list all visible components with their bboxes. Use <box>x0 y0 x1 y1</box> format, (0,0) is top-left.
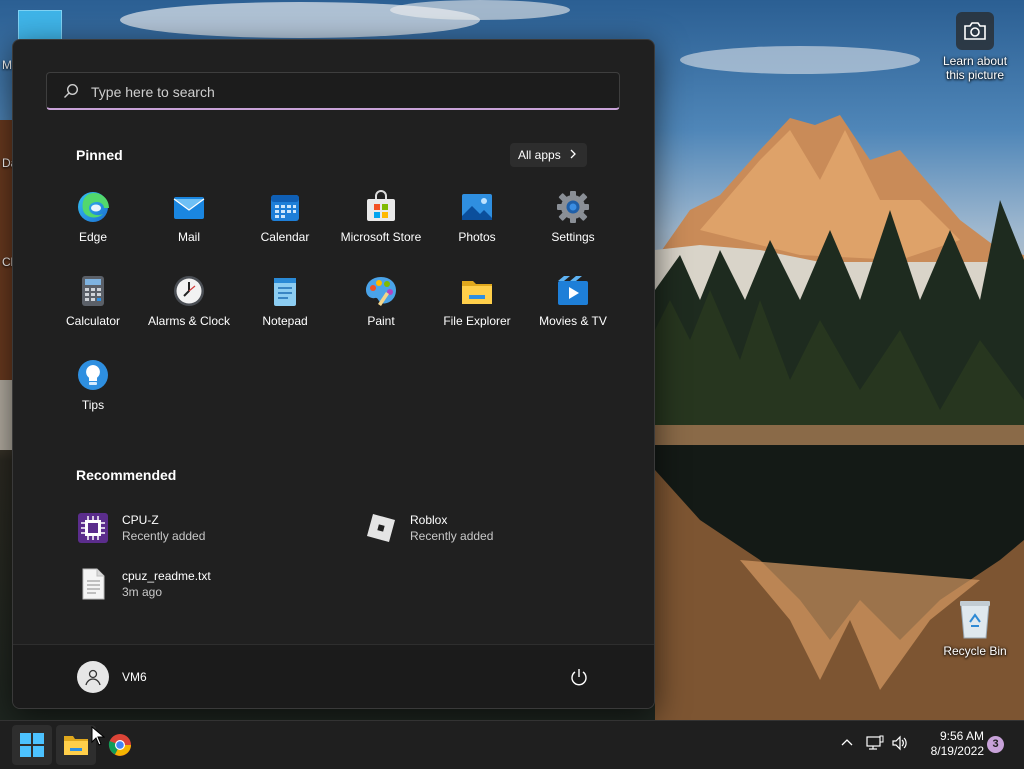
taskbar: 9:56 AM 8/19/2022 3 <box>0 720 1024 769</box>
start-menu: Pinned All apps Edge Mail Calendar <box>12 39 655 709</box>
windows-logo-icon <box>20 733 44 757</box>
app-label: Settings <box>551 230 595 244</box>
pinned-app-paint[interactable]: Paint <box>333 274 429 334</box>
taskbar-clock[interactable]: 9:56 AM 8/19/2022 <box>914 729 984 759</box>
cpuz-icon <box>78 513 108 543</box>
all-apps-button[interactable]: All apps <box>510 143 587 167</box>
user-account-button[interactable]: VM6 <box>77 661 147 693</box>
search-input[interactable] <box>89 79 593 105</box>
recommended-title: Recommended <box>76 467 177 483</box>
photos-icon <box>462 194 492 220</box>
app-label: Notepad <box>262 314 308 328</box>
mail-icon <box>173 197 205 219</box>
pinned-app-photos[interactable]: Photos <box>429 190 525 250</box>
pinned-app-store[interactable]: Microsoft Store <box>333 190 429 250</box>
recommended-item-detail: Recently added <box>410 529 494 543</box>
search-icon <box>63 83 79 104</box>
app-label: Paint <box>367 314 395 328</box>
all-apps-label: All apps <box>518 148 561 162</box>
power-button[interactable] <box>569 667 589 692</box>
app-label: Calendar <box>260 230 310 244</box>
power-icon <box>571 669 587 686</box>
recycle-bin-icon[interactable]: Recycle Bin <box>935 598 1015 658</box>
tips-icon <box>78 360 108 390</box>
app-label: Tips <box>81 398 105 412</box>
start-menu-footer: VM6 <box>13 644 654 708</box>
network-icon[interactable] <box>866 735 884 756</box>
movies-icon <box>558 276 588 305</box>
edge-icon <box>78 192 109 222</box>
pinned-app-calculator[interactable]: Calculator <box>45 274 141 334</box>
chevron-up-icon[interactable] <box>840 735 854 754</box>
calendar-icon <box>271 195 299 221</box>
notification-badge[interactable]: 3 <box>987 736 1004 753</box>
app-label: Alarms & Clock <box>147 314 230 328</box>
roblox-icon <box>367 514 395 542</box>
recommended-item-cpuz[interactable]: CPU-Z Recently added <box>77 510 277 546</box>
app-label: Calculator <box>65 314 121 328</box>
pinned-app-file-explorer[interactable]: File Explorer <box>429 274 525 334</box>
pinned-app-tips[interactable]: Tips <box>45 358 141 418</box>
recommended-item-detail: 3m ago <box>122 585 163 599</box>
paint-icon <box>366 277 396 306</box>
clock-icon <box>174 276 204 306</box>
user-avatar-icon <box>77 661 109 693</box>
learn-about-picture-icon[interactable]: Learn about this picture <box>935 12 1015 82</box>
recommended-item-name: Roblox <box>410 513 448 527</box>
chrome-icon <box>108 734 131 756</box>
text-file-icon <box>82 568 105 600</box>
clock-date: 8/19/2022 <box>930 744 984 758</box>
recommended-item-name: CPU-Z <box>122 513 159 527</box>
start-search-box[interactable] <box>46 72 620 110</box>
recycle-bin-label: Recycle Bin <box>943 644 1007 658</box>
recommended-item-name: cpuz_readme.txt <box>122 569 211 583</box>
app-label: Microsoft Store <box>340 230 422 244</box>
app-label: Edge <box>78 230 108 244</box>
clock-time: 9:56 AM <box>939 729 984 743</box>
taskbar-file-explorer[interactable] <box>56 725 96 765</box>
pinned-app-mail[interactable]: Mail <box>141 190 237 250</box>
folder-icon <box>64 736 88 755</box>
taskbar-chrome[interactable] <box>100 725 140 765</box>
app-label: Mail <box>177 230 200 244</box>
pinned-app-alarms[interactable]: Alarms & Clock <box>141 274 237 334</box>
desktop-partial-icon[interactable] <box>18 10 62 42</box>
start-button[interactable] <box>12 725 52 765</box>
store-icon <box>367 190 395 221</box>
app-label: File Explorer <box>443 314 511 328</box>
pinned-app-settings[interactable]: Settings <box>525 190 621 250</box>
mouse-cursor-icon <box>91 726 105 746</box>
camera-icon <box>956 12 994 50</box>
app-label: Movies & TV <box>539 314 607 328</box>
user-name: VM6 <box>122 670 147 684</box>
chevron-right-icon <box>569 143 577 167</box>
notepad-icon <box>274 278 296 306</box>
pinned-title: Pinned <box>76 147 123 163</box>
app-label: Photos <box>458 230 496 244</box>
calculator-icon <box>82 276 104 306</box>
recycle-bin-glyph-icon <box>957 598 993 640</box>
recommended-item-roblox[interactable]: Roblox Recently added <box>365 510 565 546</box>
recommended-item-detail: Recently added <box>122 529 206 543</box>
pinned-app-edge[interactable]: Edge <box>45 190 141 250</box>
learn-about-picture-label: Learn about this picture <box>942 54 1008 82</box>
desktop-partial-label-1: M <box>2 58 12 72</box>
settings-icon <box>557 191 589 223</box>
recommended-item-cpuz-readme[interactable]: cpuz_readme.txt 3m ago <box>77 566 277 602</box>
folder-icon <box>462 281 492 304</box>
volume-icon[interactable] <box>891 735 909 756</box>
pinned-app-movies-tv[interactable]: Movies & TV <box>525 274 621 334</box>
pinned-app-calendar[interactable]: Calendar <box>237 190 333 250</box>
pinned-app-notepad[interactable]: Notepad <box>237 274 333 334</box>
